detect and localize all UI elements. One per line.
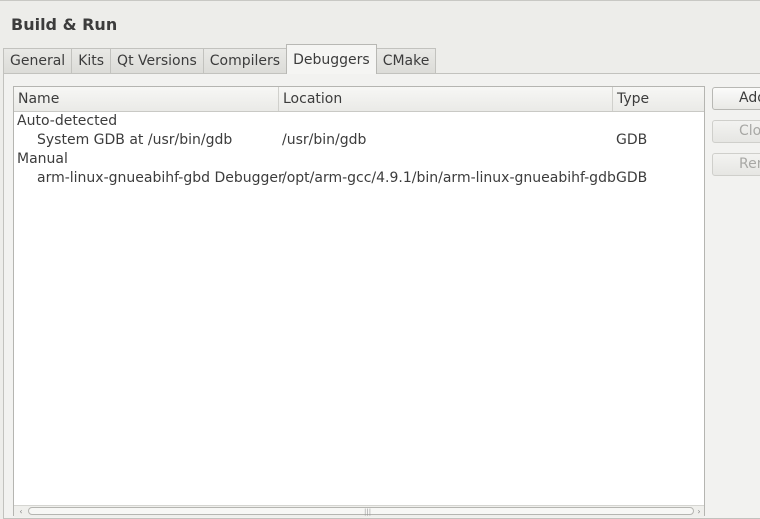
group-row-manual[interactable]: Manual xyxy=(14,150,704,169)
column-header-name[interactable]: Name xyxy=(14,87,279,111)
clone-button[interactable]: Clone xyxy=(712,120,760,143)
column-header-location[interactable]: Location xyxy=(279,87,613,111)
scrollbar-thumb[interactable]: ||| xyxy=(28,507,694,516)
grip-icon: ||| xyxy=(364,508,372,516)
tab-general[interactable]: General xyxy=(3,48,73,73)
scroll-left-icon[interactable]: ‹ xyxy=(16,507,26,516)
debugger-type: GDB xyxy=(616,170,648,186)
remove-button[interactable]: Remove xyxy=(712,153,760,176)
tab-kits[interactable]: Kits xyxy=(71,48,112,73)
group-row-auto-detected[interactable]: Auto-detected xyxy=(14,112,704,131)
debugger-location: /usr/bin/gdb xyxy=(282,132,367,148)
group-label: Auto-detected xyxy=(17,113,118,129)
table-header: Name Location Type xyxy=(14,87,704,112)
group-label: Manual xyxy=(17,151,68,167)
debugger-location: /opt/arm-gcc/4.9.1/bin/arm-linux-gnueabi… xyxy=(282,170,616,186)
tab-cmake[interactable]: CMake xyxy=(375,48,437,73)
column-header-type[interactable]: Type xyxy=(613,87,704,111)
debugger-name: arm-linux-gnueabihf-gbd Debugger xyxy=(37,170,284,186)
debugger-type: GDB xyxy=(616,132,648,148)
tab-qt-versions[interactable]: Qt Versions xyxy=(110,48,204,73)
add-button[interactable]: Add xyxy=(712,87,760,110)
table-row[interactable]: System GDB at /usr/bin/gdb /usr/bin/gdb … xyxy=(14,131,704,150)
tab-debuggers[interactable]: Debuggers xyxy=(286,44,377,74)
tab-bar: General Kits Qt Versions Compilers Debug… xyxy=(3,44,437,74)
top-divider xyxy=(0,0,760,1)
horizontal-scrollbar[interactable]: ‹ ||| › xyxy=(14,505,704,517)
debugger-name: System GDB at /usr/bin/gdb xyxy=(37,132,233,148)
tab-compilers[interactable]: Compilers xyxy=(202,48,288,73)
page-title: Build & Run xyxy=(11,15,118,34)
scroll-right-icon[interactable]: › xyxy=(694,507,704,516)
debuggers-table: Name Location Type Auto-detected System … xyxy=(13,86,705,516)
table-row[interactable]: arm-linux-gnueabihf-gbd Debugger /opt/ar… xyxy=(14,169,704,188)
